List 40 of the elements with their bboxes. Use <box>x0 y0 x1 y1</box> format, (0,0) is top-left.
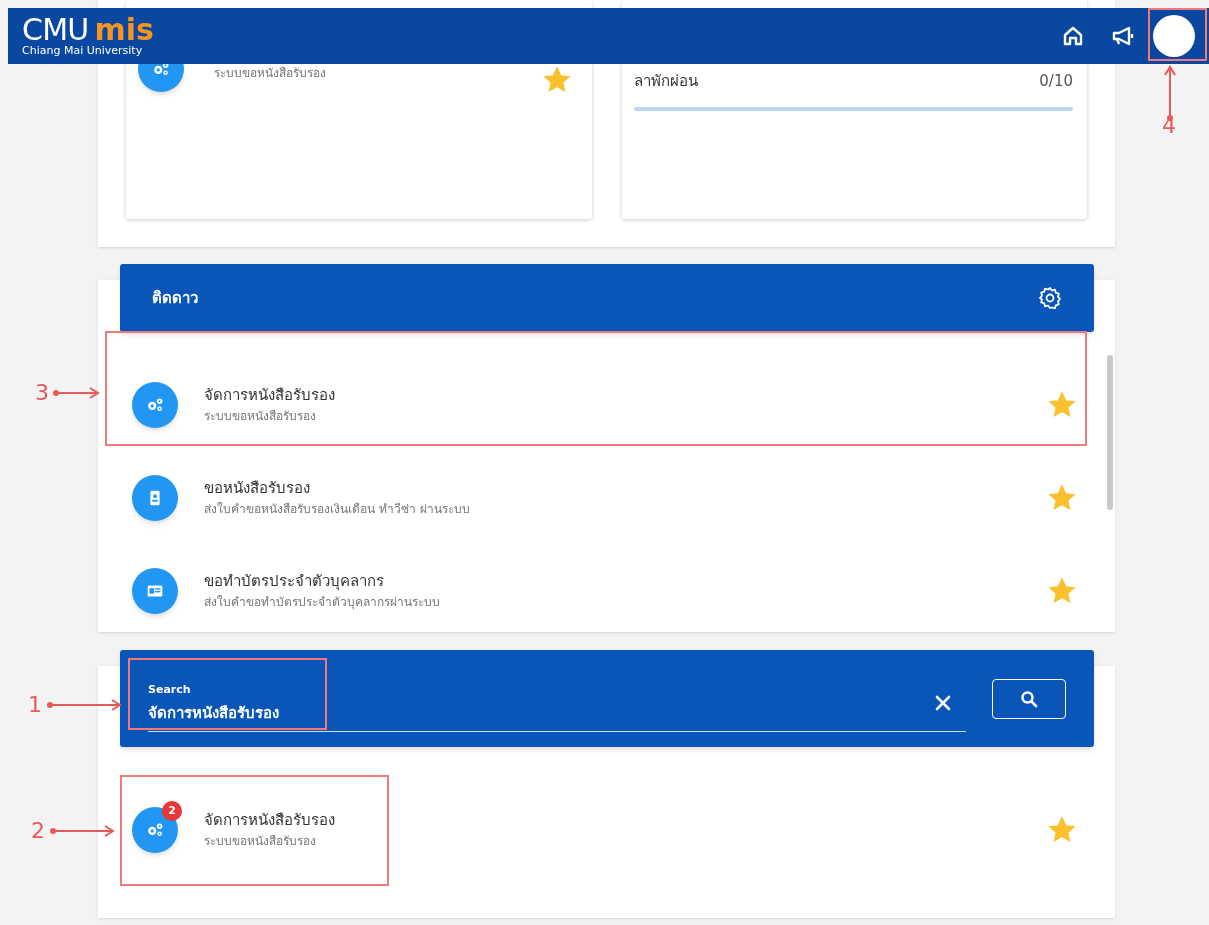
app-title: ขอหนังสือรับรอง <box>204 477 311 498</box>
settings-icon[interactable] <box>1038 286 1062 310</box>
search-icon <box>1020 689 1038 708</box>
clear-icon[interactable] <box>934 694 952 712</box>
id-card-icon <box>132 567 178 614</box>
app-title: จัดการหนังสือรับรอง <box>204 810 336 830</box>
logo-text: CMU <box>22 16 89 44</box>
app-description: ระบบขอหนังสือรับรอง <box>214 65 327 82</box>
star-icon[interactable] <box>1047 389 1077 420</box>
app-description: ระบบขอหนังสือรับรอง <box>204 833 317 850</box>
callout-number: 3 <box>35 381 49 405</box>
leave-count: 0/10 <box>1039 71 1073 92</box>
app-description: ระบบขอหนังสือรับรอง <box>204 407 317 425</box>
app-title: ขอทำบัตรประจำตัวบุคลากร <box>204 570 385 591</box>
logo-subtitle: Chiang Mai University <box>22 45 144 56</box>
home-icon[interactable] <box>1061 24 1085 48</box>
callout-arrow <box>50 825 115 837</box>
app-description: ส่งใบคำขอทำบัตรประจำตัวบุคลากรผ่านระบบ <box>204 593 441 611</box>
app-description: ส่งใบคำขอหนังสือรับรองเงินเดือน ทำวีซ่า ผ่านระบบ <box>204 500 471 518</box>
field-label: Search <box>148 681 192 698</box>
gears-icon <box>132 381 178 428</box>
highlight-frame <box>1148 8 1207 61</box>
leave-type-label: ลาพักผ่อน <box>633 71 698 92</box>
notification-count: 2 <box>162 801 182 821</box>
scrollbar[interactable] <box>1107 355 1113 510</box>
callout-number: 2 <box>31 819 45 843</box>
star-icon[interactable] <box>1047 815 1077 845</box>
star-icon[interactable] <box>541 65 572 95</box>
section-title: ติดดาว <box>152 287 199 309</box>
search-input[interactable]: จัดการหนังสือรับรอง <box>148 702 648 725</box>
callout-number: 1 <box>28 693 42 717</box>
id-badge-icon <box>132 474 178 521</box>
star-icon[interactable] <box>1047 575 1077 606</box>
app-title: จัดการหนังสือรับรอง <box>204 384 336 405</box>
star-icon[interactable] <box>1047 482 1077 513</box>
search-button[interactable] <box>992 678 1066 719</box>
gears-icon <box>132 807 178 853</box>
avatar[interactable] <box>1153 15 1195 57</box>
logo-accent-text: mis <box>94 16 154 44</box>
callout-arrow <box>53 387 100 399</box>
